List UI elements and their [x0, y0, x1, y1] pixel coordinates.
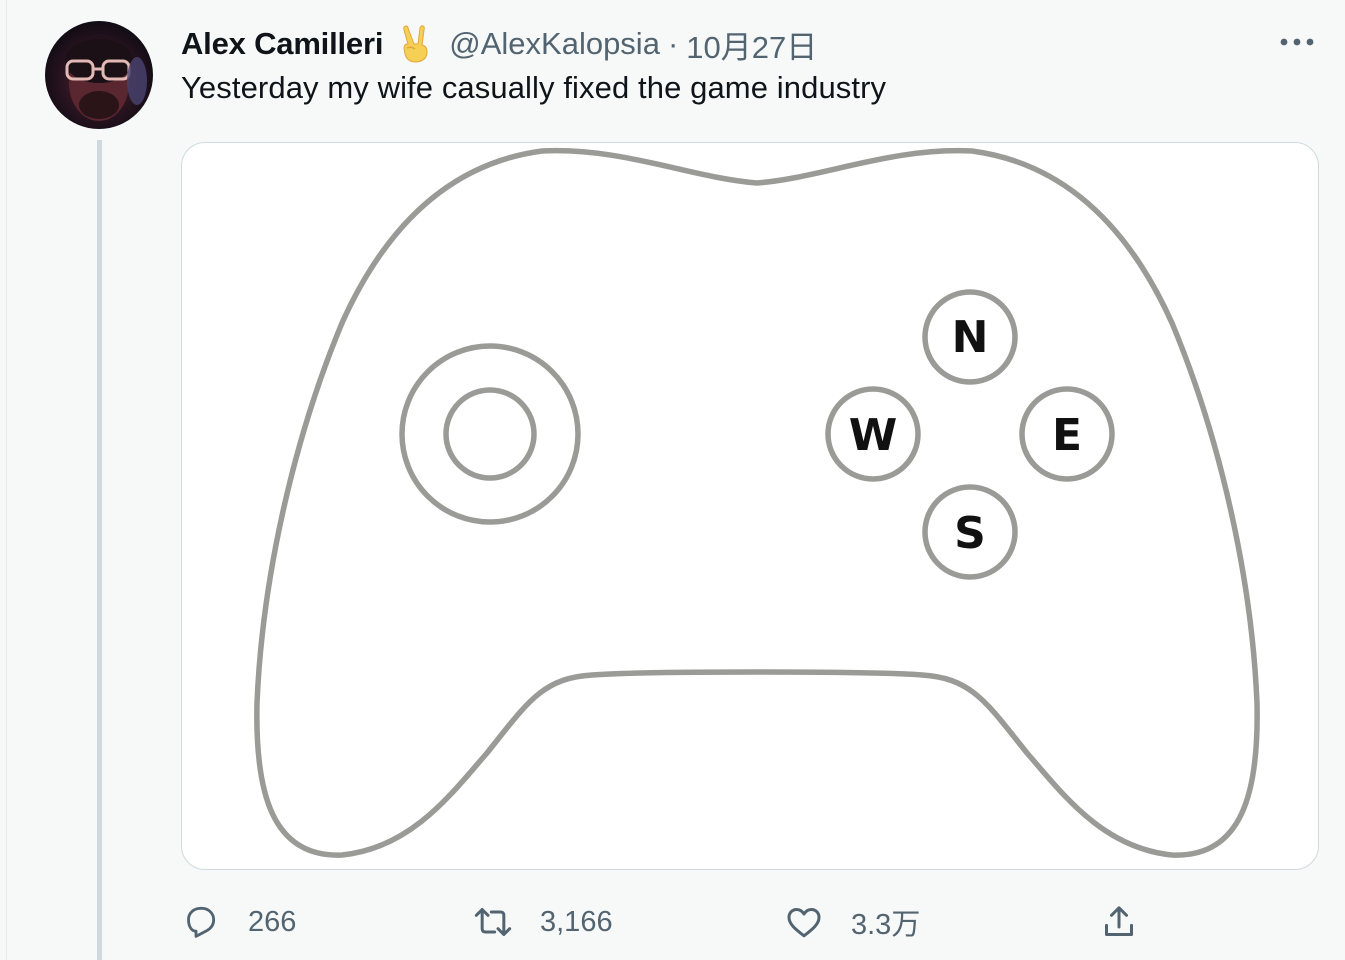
retweet-count: 3,166	[540, 905, 613, 938]
peace-hand-emoji-icon	[395, 24, 435, 64]
more-options-icon[interactable]	[1277, 32, 1317, 52]
button-west-label: W	[849, 410, 898, 461]
reply-count: 266	[248, 905, 297, 938]
reply-button[interactable]: 266	[181, 892, 296, 952]
tweet-text: Yesterday my wife casually fixed the gam…	[181, 70, 887, 105]
tweet-date[interactable]: 10月27日	[686, 22, 817, 67]
button-east-label: E	[1052, 410, 1082, 461]
retweet-button[interactable]: 3,166	[473, 892, 613, 952]
avatar[interactable]	[45, 21, 153, 129]
controller-drawing: N W E S	[254, 147, 1260, 858]
button-north-label: N	[952, 312, 989, 363]
like-icon	[787, 908, 821, 938]
thumbstick-outer-ring	[399, 343, 581, 525]
like-count: 3.3万	[851, 909, 921, 941]
like-button[interactable]: 3.3万	[784, 892, 920, 952]
reply-icon	[187, 906, 216, 938]
controller-outline	[254, 147, 1260, 858]
tweet-article[interactable]: Alex Camilleri @AlexKalopsia · 10月27日 Ye…	[6, 0, 1345, 960]
retweet-icon	[474, 908, 512, 936]
button-south-label: S	[954, 508, 986, 559]
tweet-media-image[interactable]: N W E S	[181, 142, 1319, 870]
separator-dot: ·	[667, 26, 679, 61]
thumbstick-inner-ring	[443, 387, 537, 481]
author-display-name[interactable]: Alex Camilleri	[181, 26, 383, 62]
author-handle[interactable]: @AlexKalopsia	[449, 26, 660, 62]
thread-connector-line	[97, 140, 102, 960]
tweet-actions-bar: 266 3,166 3.3万	[181, 892, 1317, 952]
share-icon	[1105, 906, 1133, 936]
tweet-header: Alex Camilleri @AlexKalopsia · 10月27日	[181, 22, 817, 66]
share-button[interactable]	[1099, 892, 1139, 952]
